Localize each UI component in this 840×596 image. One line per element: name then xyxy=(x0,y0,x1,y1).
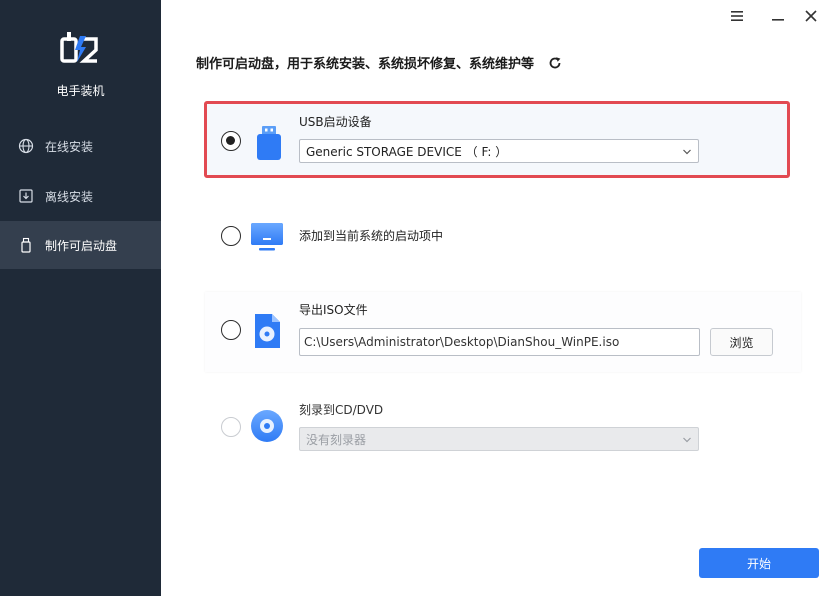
option-add-system-boot[interactable]: 添加到当前系统的启动项中 xyxy=(205,200,801,272)
chevron-down-icon xyxy=(682,434,692,444)
close-icon xyxy=(805,7,817,26)
minimize-button[interactable] xyxy=(768,6,788,26)
page-title: 制作可启动盘，用于系统安装、系统损坏修复、系统维护等 xyxy=(196,53,562,72)
iso-radio[interactable] xyxy=(221,320,241,340)
close-button[interactable] xyxy=(801,6,821,26)
app-window: 电手装机 在线安装 离线安装 制作可启动盘 制作可启动盘，用于系统安装、系统损坏… xyxy=(0,0,840,596)
sidebar-item-label: 制作可启动盘 xyxy=(45,238,118,253)
sidebar-item-label: 在线安装 xyxy=(45,139,94,154)
usb-stick-icon xyxy=(255,125,283,165)
app-logo-icon xyxy=(58,30,102,70)
sidebar-item-label: 离线安装 xyxy=(45,189,94,204)
download-box-icon xyxy=(18,188,34,204)
monitor-icon xyxy=(250,222,284,256)
cd-radio[interactable] xyxy=(221,417,241,437)
option-export-iso[interactable]: 导出ISO文件 C:\Users\Administrator\Desktop\D… xyxy=(205,292,801,372)
chevron-down-icon xyxy=(682,146,692,156)
sidebar-item-online-install[interactable]: 在线安装 xyxy=(0,122,161,170)
page-title-text: 制作可启动盘，用于系统安装、系统损坏修复、系统维护等 xyxy=(196,57,535,72)
burner-select[interactable]: 没有刻录器 xyxy=(299,427,699,451)
browse-button[interactable]: 浏览 xyxy=(710,328,773,356)
minimize-icon xyxy=(771,7,785,26)
usb-device-select[interactable]: Generic STORAGE DEVICE （ F: ） xyxy=(299,139,699,163)
menu-button[interactable] xyxy=(727,6,747,26)
cd-disc-icon xyxy=(250,409,284,447)
usb-option-label: USB启动设备 xyxy=(299,115,372,129)
refresh-icon[interactable] xyxy=(548,56,562,70)
option-burn-cd: 刻录到CD/DVD 没有刻录器 xyxy=(205,393,801,473)
sidebar: 电手装机 在线安装 离线安装 制作可启动盘 xyxy=(0,0,161,596)
app-name: 电手装机 xyxy=(56,84,105,98)
sidebar-item-make-bootable[interactable]: 制作可启动盘 xyxy=(0,221,161,269)
usb-device-value: Generic STORAGE DEVICE （ F: ） xyxy=(306,144,508,159)
iso-option-label: 导出ISO文件 xyxy=(299,303,368,317)
option-usb-device[interactable]: USB启动设备 Generic STORAGE DEVICE （ F: ） xyxy=(204,101,790,178)
sidebar-item-offline-install[interactable]: 离线安装 xyxy=(0,172,161,220)
burner-value: 没有刻录器 xyxy=(306,432,367,447)
iso-path-input[interactable]: C:\Users\Administrator\Desktop\DianShou_… xyxy=(299,328,700,356)
menu-icon xyxy=(730,7,744,26)
system-boot-label: 添加到当前系统的启动项中 xyxy=(299,229,444,243)
iso-path-value: C:\Users\Administrator\Desktop\DianShou_… xyxy=(304,335,620,349)
cd-option-label: 刻录到CD/DVD xyxy=(299,403,384,417)
usb-drive-icon xyxy=(18,237,34,253)
globe-icon xyxy=(18,138,34,154)
start-button[interactable]: 开始 xyxy=(699,548,819,578)
system-boot-radio[interactable] xyxy=(221,226,241,246)
disc-file-icon xyxy=(252,313,282,353)
usb-radio[interactable] xyxy=(221,131,241,151)
